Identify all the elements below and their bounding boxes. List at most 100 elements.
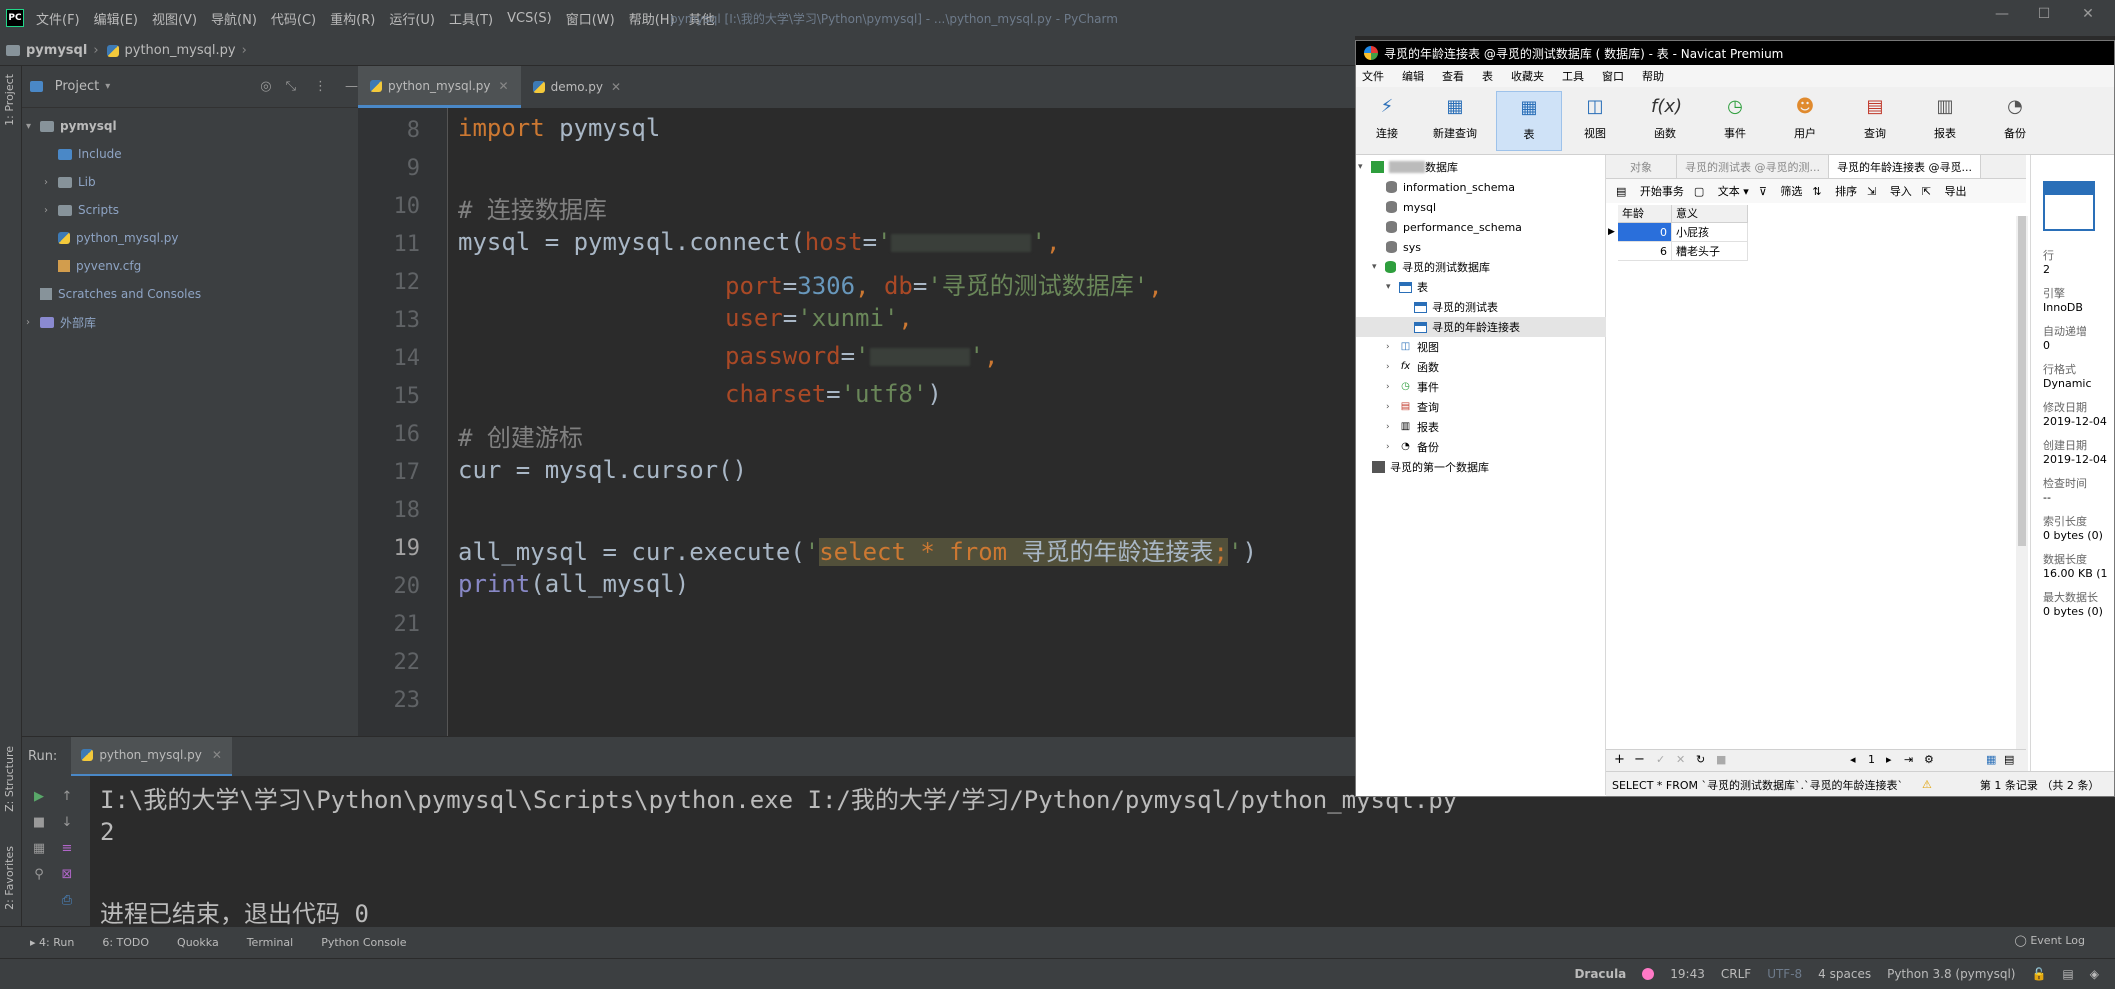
soft-wrap-icon[interactable]: ≡ [58, 840, 76, 858]
nv-menu-window[interactable]: 窗口 [1602, 68, 1624, 84]
nv-tree-reports[interactable]: › ▥ 报表 [1386, 417, 1439, 437]
add-record-icon[interactable]: + [1614, 752, 1625, 767]
minimize-button[interactable]: — [1990, 6, 2014, 28]
chevron-down-icon[interactable]: ▾ [105, 81, 110, 92]
backup-button[interactable]: ◔ 备份 [1986, 91, 2044, 151]
tree-item-pyvenv[interactable]: pyvenv.cfg [22, 252, 358, 280]
tree-item-external-libs[interactable]: › 外部库 [22, 308, 358, 336]
table-cell[interactable]: 6 [1618, 242, 1672, 261]
event-log-button[interactable]: ◯ Event Log [2015, 934, 2085, 947]
chevron-down-icon[interactable]: ▾ [1372, 262, 1382, 272]
nv-tab-test-table[interactable]: 寻觅的测试表 @寻觅的测... [1677, 155, 1829, 178]
tree-item-pymysql[interactable]: ▾ pymysql [22, 112, 358, 140]
close-icon[interactable]: ✕ [212, 748, 222, 762]
tree-item-include[interactable]: Include [22, 140, 358, 168]
chevron-down-icon[interactable]: ▾ [1386, 282, 1396, 292]
console-output[interactable]: I:\我的大学\学习\Python\pymysql\Scripts\python… [90, 776, 2115, 928]
nv-menu-view[interactable]: 查看 [1442, 68, 1464, 84]
column-header-age[interactable]: 年龄 [1618, 205, 1672, 223]
new-query-button[interactable]: ▦ 新建查询 [1418, 91, 1492, 151]
nv-tree-table[interactable]: 寻觅的测试表 [1414, 297, 1498, 317]
locate-icon[interactable]: ◎ [260, 79, 271, 94]
pin-icon[interactable]: ⚲ [30, 866, 48, 884]
user-button[interactable]: ☻ 用户 [1776, 91, 1834, 151]
nv-tree-tables[interactable]: ▾ 表 [1386, 277, 1428, 297]
nv-tree-table-selected[interactable]: 寻觅的年龄连接表 [1356, 317, 1606, 337]
tool-todo[interactable]: 6: TODO [102, 936, 149, 949]
column-header-meaning[interactable]: 意义 [1672, 205, 1748, 223]
nv-menu-file[interactable]: 文件 [1362, 68, 1384, 84]
tree-item-python-mysql[interactable]: python_mysql.py [22, 224, 358, 252]
hide-icon[interactable]: — [345, 79, 358, 94]
indent-setting[interactable]: 4 spaces [1818, 967, 1871, 981]
menu-run[interactable]: 运行(U) [389, 9, 435, 28]
close-icon[interactable]: ✕ [611, 80, 621, 94]
nv-tree-db[interactable]: performance_schema [1386, 217, 1522, 237]
nv-tree-connection[interactable]: 寻觅的第一个数据库 [1372, 457, 1489, 477]
menu-navigate[interactable]: 导航(N) [211, 9, 257, 28]
settings-icon[interactable]: ⚙ [1924, 753, 1934, 766]
chevron-right-icon[interactable]: › [1386, 402, 1396, 412]
collapse-icon[interactable]: ⤡ [286, 79, 296, 94]
import-button[interactable]: ⇲ 导入 [1867, 183, 1912, 199]
tool-python-console[interactable]: Python Console [321, 936, 406, 949]
report-button[interactable]: ▥ 报表 [1916, 91, 1974, 151]
nv-tab-age-table[interactable]: 寻觅的年龄连接表 @寻觅... [1829, 155, 1981, 178]
menu-file[interactable]: 文件(F) [36, 9, 80, 28]
nv-menu-edit[interactable]: 编辑 [1402, 68, 1424, 84]
nv-tree-backups[interactable]: › ◔ 备份 [1386, 437, 1439, 457]
file-encoding[interactable]: UTF-8 [1767, 967, 1802, 981]
tab-python-mysql[interactable]: python_mysql.py ✕ [358, 66, 521, 108]
chevron-right-icon[interactable]: › [44, 205, 58, 216]
tab-favorites[interactable]: 2: Favorites [3, 846, 16, 910]
sort-button[interactable]: ⇅ 排序 [1812, 183, 1857, 199]
maximize-button[interactable]: ☐ [2032, 6, 2056, 28]
chevron-down-icon[interactable]: ▾ [26, 121, 40, 132]
view-button[interactable]: ◫ 视图 [1566, 91, 1624, 151]
menu-tools[interactable]: 工具(T) [449, 9, 493, 28]
nv-tree-connection[interactable]: ▾ 数据库 [1358, 157, 1458, 177]
arrow-down-icon[interactable]: ↓ [58, 814, 76, 832]
lock-icon[interactable]: 🔓 [2031, 967, 2046, 981]
tree-item-scratches[interactable]: Scratches and Consoles [22, 280, 358, 308]
tab-structure[interactable]: Z: Structure [3, 746, 16, 812]
chevron-right-icon[interactable]: › [1386, 382, 1396, 392]
chevron-right-icon[interactable]: › [1386, 422, 1396, 432]
nv-tree-db-test[interactable]: ▾ 寻觅的测试数据库 [1372, 257, 1490, 277]
export-button[interactable]: ⇱ 导出 [1922, 183, 1967, 199]
table-button[interactable]: ▦ 表 [1496, 91, 1562, 151]
begin-transaction-button[interactable]: ▤ 开始事务 [1616, 183, 1684, 199]
nv-tree-functions[interactable]: › fx 函数 [1386, 357, 1439, 377]
page-number[interactable]: 1 [1868, 753, 1875, 766]
notifications-icon[interactable]: ◈ [2090, 967, 2099, 981]
tab-demo[interactable]: demo.py ✕ [521, 66, 633, 108]
nv-tree-views[interactable]: › ◫ 视图 [1386, 337, 1439, 357]
stop-icon[interactable]: ■ [30, 814, 48, 832]
discard-icon[interactable]: ✕ [1676, 753, 1685, 766]
arrow-up-icon[interactable]: ↑ [58, 788, 76, 806]
nv-menu-tools[interactable]: 工具 [1562, 68, 1584, 84]
nv-tab-objects[interactable]: 对象 [1606, 155, 1677, 178]
stop-icon[interactable]: ■ [1716, 753, 1726, 766]
last-page-icon[interactable]: ⇥ [1904, 753, 1913, 766]
print-icon[interactable]: ⎙ [58, 892, 76, 910]
table-cell[interactable]: 糟老头子 [1672, 242, 1748, 261]
query-button[interactable]: ▤ 查询 [1846, 91, 1904, 151]
breadcrumb-project[interactable]: pymysql [26, 43, 87, 58]
menu-edit[interactable]: 编辑(E) [94, 9, 138, 28]
tool-run[interactable]: ▸ 4: Run [30, 936, 74, 949]
rerun-icon[interactable]: ▶ [30, 788, 48, 806]
python-interpreter[interactable]: Python 3.8 (pymysql) [1887, 967, 2015, 981]
grid-scrollbar[interactable] [2016, 216, 2028, 791]
apply-icon[interactable]: ✓ [1656, 753, 1665, 766]
grid-view-icon[interactable]: ▦ [1986, 753, 1996, 766]
form-view-icon[interactable]: ▤ [2004, 753, 2014, 766]
chevron-right-icon[interactable]: › [26, 317, 40, 328]
nv-tree-db[interactable]: sys [1386, 237, 1421, 257]
project-panel-title[interactable]: Project [55, 79, 99, 94]
menu-code[interactable]: 代码(C) [271, 9, 316, 28]
tool-quokka[interactable]: Quokka [177, 936, 219, 949]
nv-tree-db[interactable]: mysql [1386, 197, 1436, 217]
nv-tree-events[interactable]: › ◷ 事件 [1386, 377, 1439, 397]
delete-record-icon[interactable]: − [1634, 752, 1645, 767]
